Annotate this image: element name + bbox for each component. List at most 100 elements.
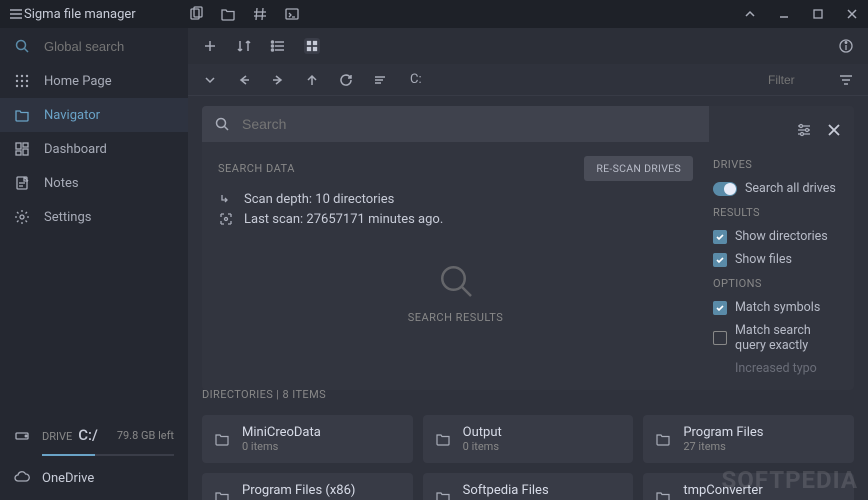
options-section-title: OPTIONS bbox=[713, 277, 842, 290]
sidebar-item-label: Notes bbox=[44, 176, 79, 191]
chevron-up-icon[interactable] bbox=[742, 6, 758, 22]
sidebar-item-navigator[interactable]: Navigator bbox=[0, 98, 188, 132]
directory-card[interactable]: tmpConverter0 items bbox=[643, 473, 854, 500]
info-icon[interactable] bbox=[838, 38, 854, 54]
sidebar: Home Page Navigator Dashboard Notes Sett… bbox=[0, 28, 188, 500]
back-icon[interactable] bbox=[236, 72, 252, 88]
drive-icon bbox=[14, 427, 30, 443]
directory-card[interactable]: Program Files27 items bbox=[643, 415, 854, 463]
hash-icon[interactable] bbox=[252, 6, 268, 22]
directories-grid: MiniCreoData0 itemsOutput0 itemsProgram … bbox=[202, 415, 854, 500]
directory-count: 0 items bbox=[463, 440, 502, 453]
grid-view-icon[interactable] bbox=[304, 38, 320, 54]
drive-item-onedrive[interactable]: OneDrive bbox=[0, 464, 188, 492]
sidebar-item-settings[interactable]: Settings bbox=[0, 200, 188, 234]
up-icon[interactable] bbox=[304, 72, 320, 88]
checkbox-show-directories[interactable]: Show directories bbox=[713, 225, 842, 248]
notes-icon bbox=[14, 175, 30, 191]
folder-icon[interactable] bbox=[220, 6, 236, 22]
sidebar-item-label: Home Page bbox=[44, 74, 112, 89]
sidebar-item-home[interactable]: Home Page bbox=[0, 64, 188, 98]
checkbox-icon bbox=[713, 331, 727, 345]
directory-name: Output bbox=[463, 425, 502, 440]
app-title: Sigma file manager bbox=[24, 7, 136, 22]
checkbox-show-files[interactable]: Show files bbox=[713, 248, 842, 271]
maximize-icon[interactable] bbox=[810, 6, 826, 22]
rescan-button[interactable]: RE-SCAN DRIVES bbox=[584, 156, 693, 181]
breadcrumb-path[interactable]: C: bbox=[410, 72, 422, 87]
directory-name: MiniCreoData bbox=[242, 425, 321, 440]
sidebar-item-label: Dashboard bbox=[44, 142, 107, 157]
grid-icon bbox=[14, 73, 30, 89]
tune-icon[interactable] bbox=[796, 122, 812, 138]
gear-icon bbox=[14, 209, 30, 225]
plus-icon[interactable] bbox=[202, 38, 218, 54]
toolbar-view bbox=[188, 28, 868, 64]
chevron-down-icon[interactable] bbox=[202, 72, 218, 88]
directory-card[interactable]: MiniCreoData0 items bbox=[202, 415, 413, 463]
checkbox-match-exact[interactable]: Match search query exactly bbox=[713, 319, 842, 357]
folder-icon bbox=[435, 431, 451, 447]
sidebar-item-dashboard[interactable]: Dashboard bbox=[0, 132, 188, 166]
copy-icon[interactable] bbox=[188, 6, 204, 22]
search-data-title: SEARCH DATA bbox=[218, 162, 295, 175]
option-increased-typo[interactable]: Increased typo bbox=[713, 357, 842, 380]
checkbox-icon bbox=[713, 301, 727, 315]
overlay-search-bar[interactable] bbox=[202, 106, 709, 142]
close-icon[interactable] bbox=[844, 6, 860, 22]
filter-icon[interactable] bbox=[838, 72, 854, 88]
last-scan: Last scan: 27657171 minutes ago. bbox=[244, 212, 443, 227]
menu-lines-icon[interactable] bbox=[372, 72, 388, 88]
forward-icon[interactable] bbox=[270, 72, 286, 88]
folder-icon bbox=[655, 489, 671, 500]
directory-count: 27 items bbox=[683, 440, 763, 453]
drive-usage-bar bbox=[42, 454, 174, 456]
list-view-icon[interactable] bbox=[270, 38, 286, 54]
sidebar-item-label: Navigator bbox=[44, 108, 100, 123]
scan-icon bbox=[218, 211, 234, 227]
main-area: C: SEARCH DATA RE-SCAN DRIVES bbox=[188, 28, 868, 500]
terminal-icon[interactable] bbox=[284, 6, 300, 22]
sidebar-item-notes[interactable]: Notes bbox=[0, 166, 188, 200]
directory-name: tmpConverter bbox=[683, 483, 762, 498]
titlebar: Sigma file manager bbox=[0, 0, 868, 28]
directory-card[interactable]: Program Files (x86)163 items bbox=[202, 473, 413, 500]
search-results-title: SEARCH RESULTS bbox=[218, 311, 693, 324]
refresh-icon[interactable] bbox=[338, 72, 354, 88]
checkbox-icon bbox=[713, 253, 727, 267]
filter-input[interactable] bbox=[768, 73, 828, 87]
folder-icon bbox=[214, 489, 230, 500]
overlay-search-input[interactable] bbox=[242, 116, 697, 132]
dashboard-icon bbox=[14, 141, 30, 157]
directory-name: Softpedia Files bbox=[463, 483, 549, 498]
directory-count: 0 items bbox=[242, 440, 321, 453]
hamburger-icon[interactable] bbox=[8, 6, 24, 22]
cloud-icon bbox=[14, 470, 30, 486]
drive-item-c[interactable]: DRIVE C:/ 79.8 GB left bbox=[0, 420, 188, 450]
close-overlay-icon[interactable] bbox=[826, 122, 842, 138]
folder-icon bbox=[14, 107, 30, 123]
drive-name: C:/ bbox=[78, 426, 98, 444]
sidebar-item-label: Settings bbox=[44, 210, 91, 225]
minimize-icon[interactable] bbox=[776, 6, 792, 22]
drive-prefix: DRIVE bbox=[42, 430, 72, 443]
global-search[interactable] bbox=[0, 28, 188, 64]
toolbar-nav: C: bbox=[188, 64, 868, 96]
checkbox-icon bbox=[713, 230, 727, 244]
checkbox-match-symbols[interactable]: Match symbols bbox=[713, 296, 842, 319]
results-section-title: RESULTS bbox=[713, 206, 842, 219]
folder-icon bbox=[655, 431, 671, 447]
sort-icon[interactable] bbox=[236, 38, 252, 54]
drives-section-title: DRIVES bbox=[713, 158, 842, 171]
search-overlay: SEARCH DATA RE-SCAN DRIVES Scan depth: 1… bbox=[202, 106, 854, 390]
directory-name: Program Files bbox=[683, 425, 763, 440]
directory-card[interactable]: Output0 items bbox=[423, 415, 634, 463]
search-icon bbox=[14, 38, 30, 54]
drive-free: 79.8 GB left bbox=[117, 429, 174, 442]
toggle-search-all-drives[interactable]: Search all drives bbox=[713, 177, 842, 200]
directory-card[interactable]: Softpedia Files1 items bbox=[423, 473, 634, 500]
directory-name: Program Files (x86) bbox=[242, 483, 355, 498]
drive-name: OneDrive bbox=[42, 471, 94, 486]
folder-icon bbox=[214, 431, 230, 447]
depth-icon bbox=[218, 191, 234, 207]
